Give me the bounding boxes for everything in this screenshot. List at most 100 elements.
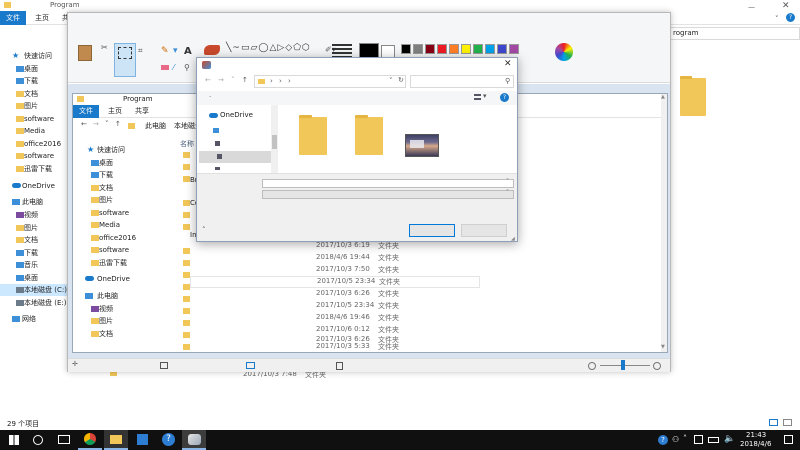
table-row[interactable]: 2017/10/5 23:34 文件夹 [190, 276, 480, 288]
zoom-out-icon[interactable] [588, 362, 596, 370]
palette-swatch[interactable] [485, 44, 495, 54]
select-button[interactable] [114, 43, 136, 77]
taskbar-date[interactable]: 2018/4/6 [740, 440, 771, 448]
chevron-up-icon[interactable]: ˄ [683, 434, 687, 443]
chevron-down-icon[interactable]: ▾ [483, 92, 487, 100]
battery-icon[interactable] [708, 437, 719, 443]
windows-start-icon[interactable] [9, 435, 19, 445]
bg-drive-c[interactable]: 本地磁盘 (C:) [0, 284, 70, 296]
palette-swatch[interactable] [425, 44, 435, 54]
chevron-up-icon[interactable]: ˄ [202, 226, 206, 234]
image-thumbnail[interactable] [405, 134, 439, 157]
pencil-icon[interactable]: ✎ [161, 46, 169, 56]
column-header-name[interactable]: 名称 [180, 139, 194, 149]
inner-tab-file[interactable]: 文件 [73, 105, 99, 118]
palette-swatch[interactable] [497, 44, 507, 54]
dialog-nav-scrollbar[interactable] [271, 105, 278, 173]
bg-folder-large[interactable] [680, 76, 706, 116]
dialog-nav-selected[interactable] [199, 151, 271, 163]
search-circle-icon[interactable] [33, 435, 43, 445]
palette-swatch[interactable] [437, 44, 447, 54]
inner-tab-share[interactable]: 共享 [135, 105, 149, 118]
details-view-icon[interactable] [769, 419, 778, 426]
computer-icon[interactable] [213, 128, 219, 133]
text-icon[interactable]: A [184, 46, 192, 57]
chevron-down-icon[interactable]: ˅ [506, 189, 509, 196]
cancel-button[interactable] [461, 224, 507, 237]
people-icon[interactable]: ⚇ [672, 435, 679, 444]
filetype-select[interactable]: ˅ [262, 189, 514, 199]
color-picker-icon[interactable]: ⁄ [173, 63, 174, 72]
scroll-thumb[interactable] [272, 135, 277, 149]
chevron-down-icon[interactable]: ˅ [775, 15, 779, 23]
chevron-down-icon[interactable]: ˅ [389, 77, 393, 85]
network-tray-icon[interactable] [694, 435, 703, 444]
taskbar-time[interactable]: 21:43 [746, 431, 766, 439]
breadcrumb-item[interactable]: 此电脑 [145, 121, 166, 131]
palette-swatch[interactable] [449, 44, 459, 54]
bg-tab-home[interactable]: 主页 [35, 11, 49, 25]
table-row[interactable]: 2018/4/6 19:44 文件夹 [190, 252, 480, 264]
view-options-icon[interactable] [474, 94, 481, 100]
palette-swatch[interactable] [413, 44, 423, 54]
back-arrow-icon[interactable]: ← [205, 76, 211, 84]
palette-swatch[interactable] [509, 44, 519, 54]
organize-dot[interactable]: · [209, 93, 211, 101]
help-icon[interactable]: ? [500, 93, 509, 102]
task-view-icon[interactable] [58, 435, 70, 444]
fill-icon[interactable]: ▾ [173, 46, 178, 56]
bg-tab-file[interactable]: 文件 [0, 11, 26, 25]
notification-icon[interactable] [784, 435, 793, 444]
palette-swatch[interactable] [473, 44, 483, 54]
help-tray-icon[interactable]: ? [658, 435, 668, 445]
filename-input[interactable]: ˅ [262, 178, 514, 188]
magnifier-icon[interactable]: ⚲ [184, 63, 190, 72]
inner-tab-home[interactable]: 主页 [108, 105, 122, 118]
minimize-icon[interactable]: — [748, 3, 755, 11]
zoom-slider-thumb[interactable] [621, 360, 625, 370]
folder-item[interactable] [299, 115, 327, 155]
paste-button[interactable] [74, 43, 96, 73]
dialog-search-box[interactable]: ⚲ [410, 75, 514, 88]
palette-swatch[interactable] [401, 44, 411, 54]
inner-scrollbar[interactable]: ▲ ▼ [661, 94, 667, 352]
dialog-address-bar[interactable]: › › › ˅ [254, 75, 406, 88]
scroll-down-icon[interactable]: ▼ [661, 344, 665, 350]
taskbar-chrome[interactable] [78, 430, 102, 450]
cut-icon[interactable]: ✂ [101, 43, 108, 52]
chevron-down-icon[interactable]: ˅ [231, 76, 235, 84]
palette-swatch[interactable] [461, 44, 471, 54]
back-arrow-icon[interactable]: ← [81, 120, 87, 128]
zoom-slider[interactable] [600, 365, 650, 366]
drive-icon[interactable] [215, 141, 220, 146]
refresh-icon[interactable]: ↻ [398, 76, 404, 84]
volume-icon[interactable]: 🔈 [724, 434, 735, 444]
table-row[interactable]: 2018/4/6 19:46 文件夹 [190, 312, 480, 324]
forward-arrow-icon[interactable]: → [218, 76, 224, 84]
chevron-down-icon[interactable]: ˅ [506, 178, 509, 185]
taskbar-store[interactable] [130, 430, 154, 450]
tiles-view-icon[interactable] [783, 419, 792, 426]
bg-address-bar[interactable]: rogram [670, 27, 800, 40]
taskbar-paint[interactable] [182, 430, 206, 450]
open-button[interactable] [409, 224, 455, 237]
folder-item[interactable] [355, 115, 383, 155]
table-row[interactable]: 2017/10/5 23:34 文件夹 [190, 300, 480, 312]
dialog-close-icon[interactable]: ✕ [504, 59, 512, 69]
dialog-onedrive[interactable]: OneDrive [199, 110, 271, 122]
edit-colors-button[interactable] [555, 43, 573, 61]
resize-grip-icon[interactable]: ◢ [511, 236, 515, 242]
taskbar-help[interactable]: ? [156, 430, 180, 450]
up-arrow-icon[interactable]: ↑ [115, 120, 121, 128]
up-arrow-icon[interactable]: ↑ [242, 76, 248, 84]
taskbar-explorer[interactable] [104, 430, 128, 450]
chevron-down-icon[interactable]: ˅ [105, 120, 109, 128]
forward-arrow-icon[interactable]: → [93, 120, 99, 128]
table-row[interactable]: 2017/10/3 6:26 文件夹 [190, 288, 480, 300]
help-icon[interactable]: ? [786, 13, 795, 22]
close-icon[interactable]: ✕ [782, 1, 790, 11]
crop-icon[interactable]: ⌗ [138, 46, 143, 56]
eraser-icon[interactable] [161, 65, 169, 70]
table-row[interactable]: 2017/10/3 5:33 文件夹 [190, 342, 480, 352]
scroll-up-icon[interactable]: ▲ [661, 94, 665, 100]
